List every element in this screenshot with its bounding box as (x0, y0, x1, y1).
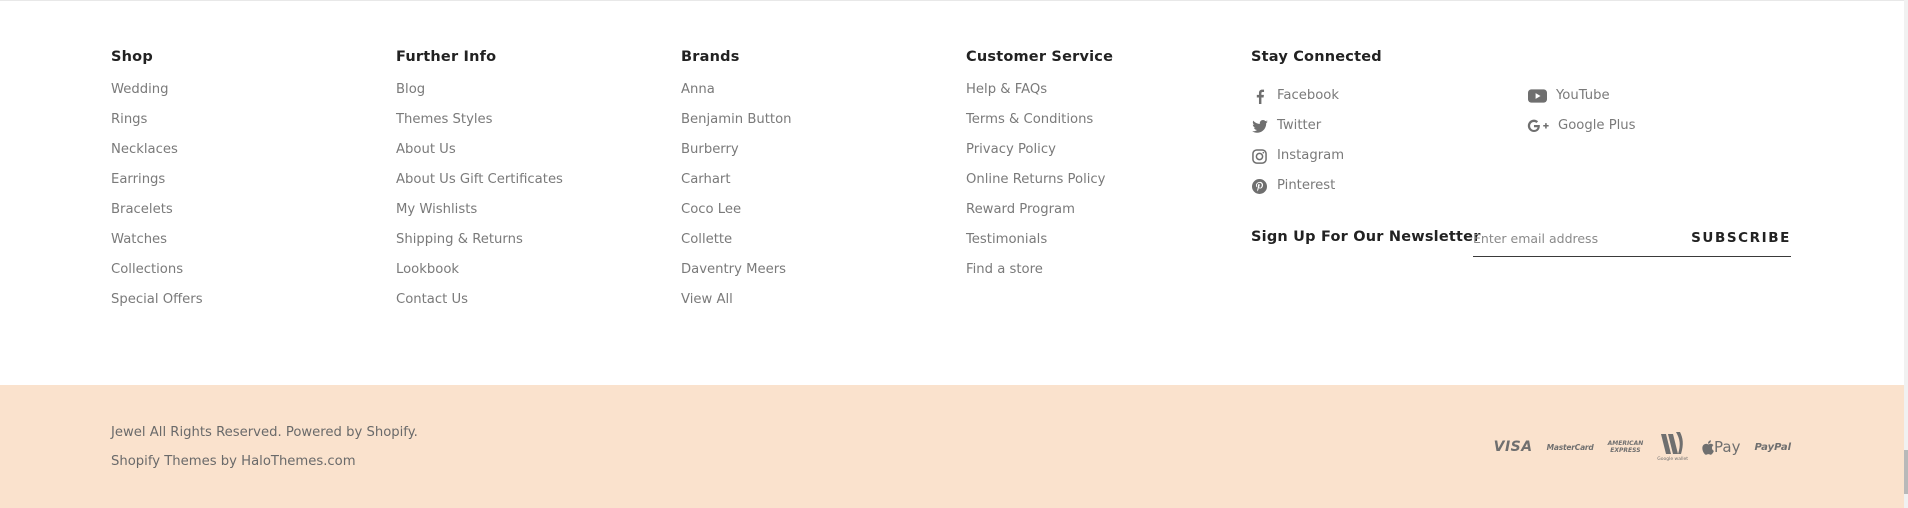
social-link-pinterest[interactable]: Pinterest (1251, 171, 1344, 201)
shop-link-rings[interactable]: Rings (111, 111, 203, 141)
social-label-google-plus: Google Plus (1558, 118, 1636, 133)
subscribe-button[interactable]: SUBSCRIBE (1691, 230, 1791, 246)
stay-connected-title: Stay Connected (1251, 49, 1382, 65)
paypal-icon: PayPal (1754, 441, 1791, 453)
apple-pay-icon: Pay (1702, 438, 1740, 456)
further-info-link-themes-styles[interactable]: Themes Styles (396, 111, 563, 141)
social-link-instagram[interactable]: Instagram (1251, 141, 1344, 171)
google-wallet-icon: Google wallet (1657, 432, 1688, 462)
customer-service-links: Help & FAQs Terms & Conditions Privacy P… (966, 81, 1113, 291)
shop-links: Wedding Rings Necklaces Earrings Bracele… (111, 81, 203, 321)
social-label-twitter: Twitter (1277, 118, 1322, 133)
amex-bottom-text: EXPRESS (1610, 447, 1641, 454)
bottom-bar: Jewel All Rights Reserved. Powered by Sh… (0, 385, 1904, 508)
further-info-link-about-us[interactable]: About Us (396, 141, 563, 171)
further-info-link-contact-us[interactable]: Contact Us (396, 291, 563, 321)
youtube-icon (1527, 88, 1547, 105)
cs-link-testimonials[interactable]: Testimonials (966, 231, 1113, 261)
brands-column: Brands Anna Benjamin Button Burberry Car… (681, 48, 792, 321)
social-link-facebook[interactable]: Facebook (1251, 81, 1344, 111)
shop-link-necklaces[interactable]: Necklaces (111, 141, 203, 171)
amex-icon: AMERICAN EXPRESS (1608, 440, 1644, 454)
brand-link-burberry[interactable]: Burberry (681, 141, 792, 171)
page-scrollbar[interactable] (1904, 0, 1908, 508)
social-label-youtube: YouTube (1556, 88, 1610, 103)
shop-link-wedding[interactable]: Wedding (111, 81, 203, 111)
amex-top-text: AMERICAN (1607, 440, 1644, 447)
top-divider (0, 0, 1908, 1)
social-links-right: YouTube Google Plus (1527, 81, 1636, 141)
customer-service-column: Customer Service Help & FAQs Terms & Con… (966, 48, 1113, 291)
social-label-facebook: Facebook (1277, 88, 1339, 103)
further-info-link-blog[interactable]: Blog (396, 81, 563, 111)
stay-connected-column: Stay Connected (1251, 48, 1382, 81)
brands-links: Anna Benjamin Button Burberry Carhart Co… (681, 81, 792, 321)
scrollbar-thumb[interactable] (1904, 450, 1908, 494)
newsletter-form: SUBSCRIBE (1473, 220, 1791, 257)
credits-link[interactable]: Shopify Themes by HaloThemes.com (111, 454, 356, 469)
further-info-links: Blog Themes Styles About Us About Us Gif… (396, 81, 563, 321)
shop-column: Shop Wedding Rings Necklaces Earrings Br… (111, 48, 203, 321)
social-link-google-plus[interactable]: Google Plus (1527, 111, 1636, 141)
brand-link-coco-lee[interactable]: Coco Lee (681, 201, 792, 231)
further-info-link-gift-certificates[interactable]: About Us Gift Certificates (396, 171, 563, 201)
shop-title: Shop (111, 49, 153, 65)
shop-link-collections[interactable]: Collections (111, 261, 203, 291)
cs-link-find-a-store[interactable]: Find a store (966, 261, 1113, 291)
copyright-text: Jewel All Rights Reserved. Powered by Sh… (111, 425, 418, 440)
payment-methods: VISA MasterCard AMERICAN EXPRESS Google … (1494, 432, 1791, 462)
brand-link-anna[interactable]: Anna (681, 81, 792, 111)
brand-link-carhart[interactable]: Carhart (681, 171, 792, 201)
further-info-title: Further Info (396, 49, 497, 65)
google-plus-icon (1527, 118, 1549, 135)
social-link-youtube[interactable]: YouTube (1527, 81, 1636, 111)
brand-link-benjamin-button[interactable]: Benjamin Button (681, 111, 792, 141)
shop-link-bracelets[interactable]: Bracelets (111, 201, 203, 231)
customer-service-title: Customer Service (966, 49, 1114, 65)
cs-link-privacy-policy[interactable]: Privacy Policy (966, 141, 1113, 171)
cs-link-help-faqs[interactable]: Help & FAQs (966, 81, 1113, 111)
brand-link-daventry-meers[interactable]: Daventry Meers (681, 261, 792, 291)
shop-link-special-offers[interactable]: Special Offers (111, 291, 203, 321)
social-label-instagram: Instagram (1277, 148, 1345, 163)
twitter-icon (1251, 118, 1268, 135)
pinterest-icon (1251, 178, 1268, 195)
cs-link-online-returns-policy[interactable]: Online Returns Policy (966, 171, 1113, 201)
cs-link-terms-conditions[interactable]: Terms & Conditions (966, 111, 1113, 141)
brand-link-collette[interactable]: Collette (681, 231, 792, 261)
visa-icon: VISA (1493, 439, 1533, 455)
further-info-column: Further Info Blog Themes Styles About Us… (396, 48, 563, 321)
mastercard-icon: MasterCard (1546, 442, 1594, 452)
social-links-left: Facebook Twitter Instagram Pinterest (1251, 81, 1344, 201)
newsletter-email-input[interactable] (1473, 228, 1673, 248)
apple-pay-text: Pay (1714, 438, 1741, 456)
further-info-link-lookbook[interactable]: Lookbook (396, 261, 563, 291)
google-wallet-text: Google wallet (1657, 457, 1689, 462)
facebook-icon (1251, 88, 1268, 105)
instagram-icon (1251, 148, 1268, 165)
footer-page: Shop Wedding Rings Necklaces Earrings Br… (0, 0, 1908, 508)
brand-link-view-all[interactable]: View All (681, 291, 792, 321)
social-label-pinterest: Pinterest (1277, 178, 1336, 193)
google-wallet-mark (1660, 432, 1683, 454)
shop-link-watches[interactable]: Watches (111, 231, 203, 261)
cs-link-reward-program[interactable]: Reward Program (966, 201, 1113, 231)
brands-title: Brands (681, 49, 740, 65)
further-info-link-my-wishlists[interactable]: My Wishlists (396, 201, 563, 231)
newsletter-label: Sign Up For Our Newsletter (1251, 229, 1481, 245)
shop-link-earrings[interactable]: Earrings (111, 171, 203, 201)
social-link-twitter[interactable]: Twitter (1251, 111, 1344, 141)
further-info-link-shipping-returns[interactable]: Shipping & Returns (396, 231, 563, 261)
apple-logo-icon (1702, 439, 1714, 455)
